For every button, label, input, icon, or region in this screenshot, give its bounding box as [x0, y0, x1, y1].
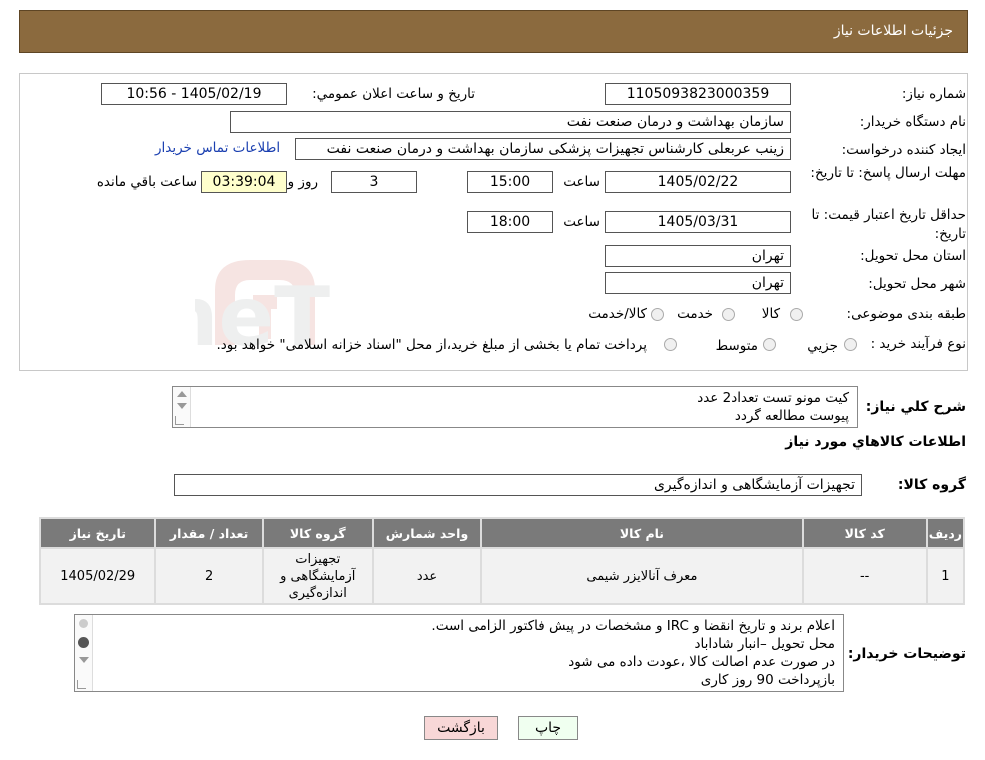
col-row: رديف	[927, 519, 963, 547]
city-label: شهر محل تحويل:	[868, 276, 966, 292]
validity-date-field: 1405/03/31	[605, 211, 791, 233]
validity-label: حداقل تاريخ اعتبار قيمت: تا تاريخ:	[811, 207, 966, 242]
deadline-label: مهلت ارسال پاسخ: تا تاريخ:	[810, 165, 966, 181]
category-option-goods: کالا	[761, 306, 780, 322]
buyer-org-field: سازمان بهداشت و درمان صنعت نفت	[230, 111, 791, 133]
need-number-label: شماره نیاز:	[901, 86, 966, 102]
notes-line: در صورت عدم اصالت کالا ،عودت داده می شود	[568, 654, 835, 670]
table-header-row: رديف کد کالا نام کالا واحد شمارش گروه کا…	[41, 519, 963, 547]
print-button[interactable]: چاپ	[518, 716, 578, 740]
cell-date: 1405/02/29	[41, 549, 155, 603]
remaining-time-field: 03:39:04	[201, 171, 287, 193]
resize-grip-icon[interactable]	[175, 416, 184, 425]
summary-textarea[interactable]: کیت مونو تست تعداد2 عدد پیوست مطالعه گرد…	[172, 386, 858, 428]
process-radio-treasury[interactable]	[664, 338, 677, 351]
scroll-up-icon[interactable]	[177, 391, 187, 397]
page-title: جزئیات اطلاعات نیاز	[833, 23, 953, 39]
cell-name: معرف آنالایزر شیمی	[482, 549, 802, 603]
process-radio-minor[interactable]	[844, 338, 857, 351]
process-option-minor: جزيي	[807, 338, 838, 354]
summary-line: کیت مونو تست تعداد2 عدد	[697, 390, 849, 406]
scroll-down-icon[interactable]	[79, 657, 89, 663]
notes-line: اعلام برند و تاریخ انقضا و IRC و مشخصات …	[431, 618, 835, 634]
summary-label: شرح کلي نياز:	[865, 399, 966, 415]
col-date: تاريخ نياز	[41, 519, 155, 547]
remaining-label: ساعت باقي مانده	[96, 174, 197, 190]
process-option-medium: متوسط	[715, 338, 758, 354]
notes-line: محل تحویل –انبار شاداباد	[694, 636, 835, 652]
resize-grip-icon[interactable]	[77, 680, 86, 689]
province-label: استان محل تحويل:	[860, 248, 966, 264]
col-unit: واحد شمارش	[373, 519, 481, 547]
process-label: نوع فرآيند خريد :	[870, 336, 966, 352]
cell-group: تجهیزات آزمایشگاهی و اندازه‌گیری	[263, 549, 372, 603]
col-code: کد کالا	[803, 519, 926, 547]
deadline-date-field: 1405/02/22	[605, 171, 791, 193]
scroll-thumb[interactable]	[78, 637, 89, 648]
cell-qty: 2	[156, 549, 262, 603]
buyer-notes-textarea[interactable]: اعلام برند و تاریخ انقضا و IRC و مشخصات …	[74, 614, 844, 692]
goods-group-field: تجهیزات آزمایشگاهی و اندازه‌گیری	[174, 474, 862, 496]
buyer-contact-link[interactable]: اطلاعات تماس خريدار	[155, 140, 280, 156]
items-table: رديف کد کالا نام کالا واحد شمارش گروه کا…	[39, 517, 965, 605]
col-qty: تعداد / مقدار	[156, 519, 262, 547]
cell-code: --	[803, 549, 926, 603]
announce-datetime-field: 1405/02/19 - 10:56	[101, 83, 287, 105]
announce-label: تاریخ و ساعت اعلان عمومي:	[312, 86, 475, 102]
cell-unit: عدد	[373, 549, 481, 603]
buyer-org-label: نام دستگاه خريدار:	[859, 114, 966, 130]
col-name: نام کالا	[482, 519, 802, 547]
category-option-goods-service: کالا/خدمت	[588, 306, 647, 322]
city-field: تهران	[605, 272, 791, 294]
category-radio-service[interactable]	[722, 308, 735, 321]
validity-time-field: 18:00	[467, 211, 553, 233]
validity-time-label: ساعت	[563, 214, 600, 230]
requester-label: ايجاد کننده درخواست:	[841, 142, 966, 158]
col-group: گروه کالا	[263, 519, 372, 547]
process-radio-medium[interactable]	[763, 338, 776, 351]
requester-field: زینب عربعلی کارشناس تجهیزات پزشکی سازمان…	[295, 138, 791, 160]
province-field: تهران	[605, 245, 791, 267]
days-field: 3	[331, 171, 417, 193]
table-row: 1 -- معرف آنالایزر شیمی عدد تجهیزات آزما…	[41, 549, 963, 603]
goods-group-label: گروه کالا:	[897, 477, 966, 493]
page-header: جزئیات اطلاعات نیاز	[19, 10, 968, 53]
category-label: طبقه بندی موضوعی:	[846, 306, 966, 322]
category-radio-goods-service[interactable]	[651, 308, 664, 321]
need-number-field: 1105093823000359	[605, 83, 791, 105]
notes-line: بازپرداخت 90 روز کاری	[700, 672, 835, 688]
category-option-service: خدمت	[677, 306, 713, 322]
summary-line: پیوست مطالعه گردد	[734, 408, 849, 424]
cell-row: 1	[927, 549, 963, 603]
buyer-notes-label: توضيحات خريدار:	[847, 646, 966, 662]
category-radio-goods[interactable]	[790, 308, 803, 321]
deadline-time-field: 15:00	[467, 171, 553, 193]
scroll-dot-icon	[79, 619, 88, 628]
process-note: پرداخت تمام يا بخشی از مبلغ خريد،از محل …	[216, 337, 647, 353]
goods-section-title: اطلاعات کالاهاي مورد نياز	[785, 434, 966, 450]
back-button[interactable]: بازگشت	[424, 716, 498, 740]
days-label: روز و	[287, 174, 318, 190]
scroll-down-icon[interactable]	[177, 403, 187, 409]
deadline-time-label: ساعت	[563, 174, 600, 190]
